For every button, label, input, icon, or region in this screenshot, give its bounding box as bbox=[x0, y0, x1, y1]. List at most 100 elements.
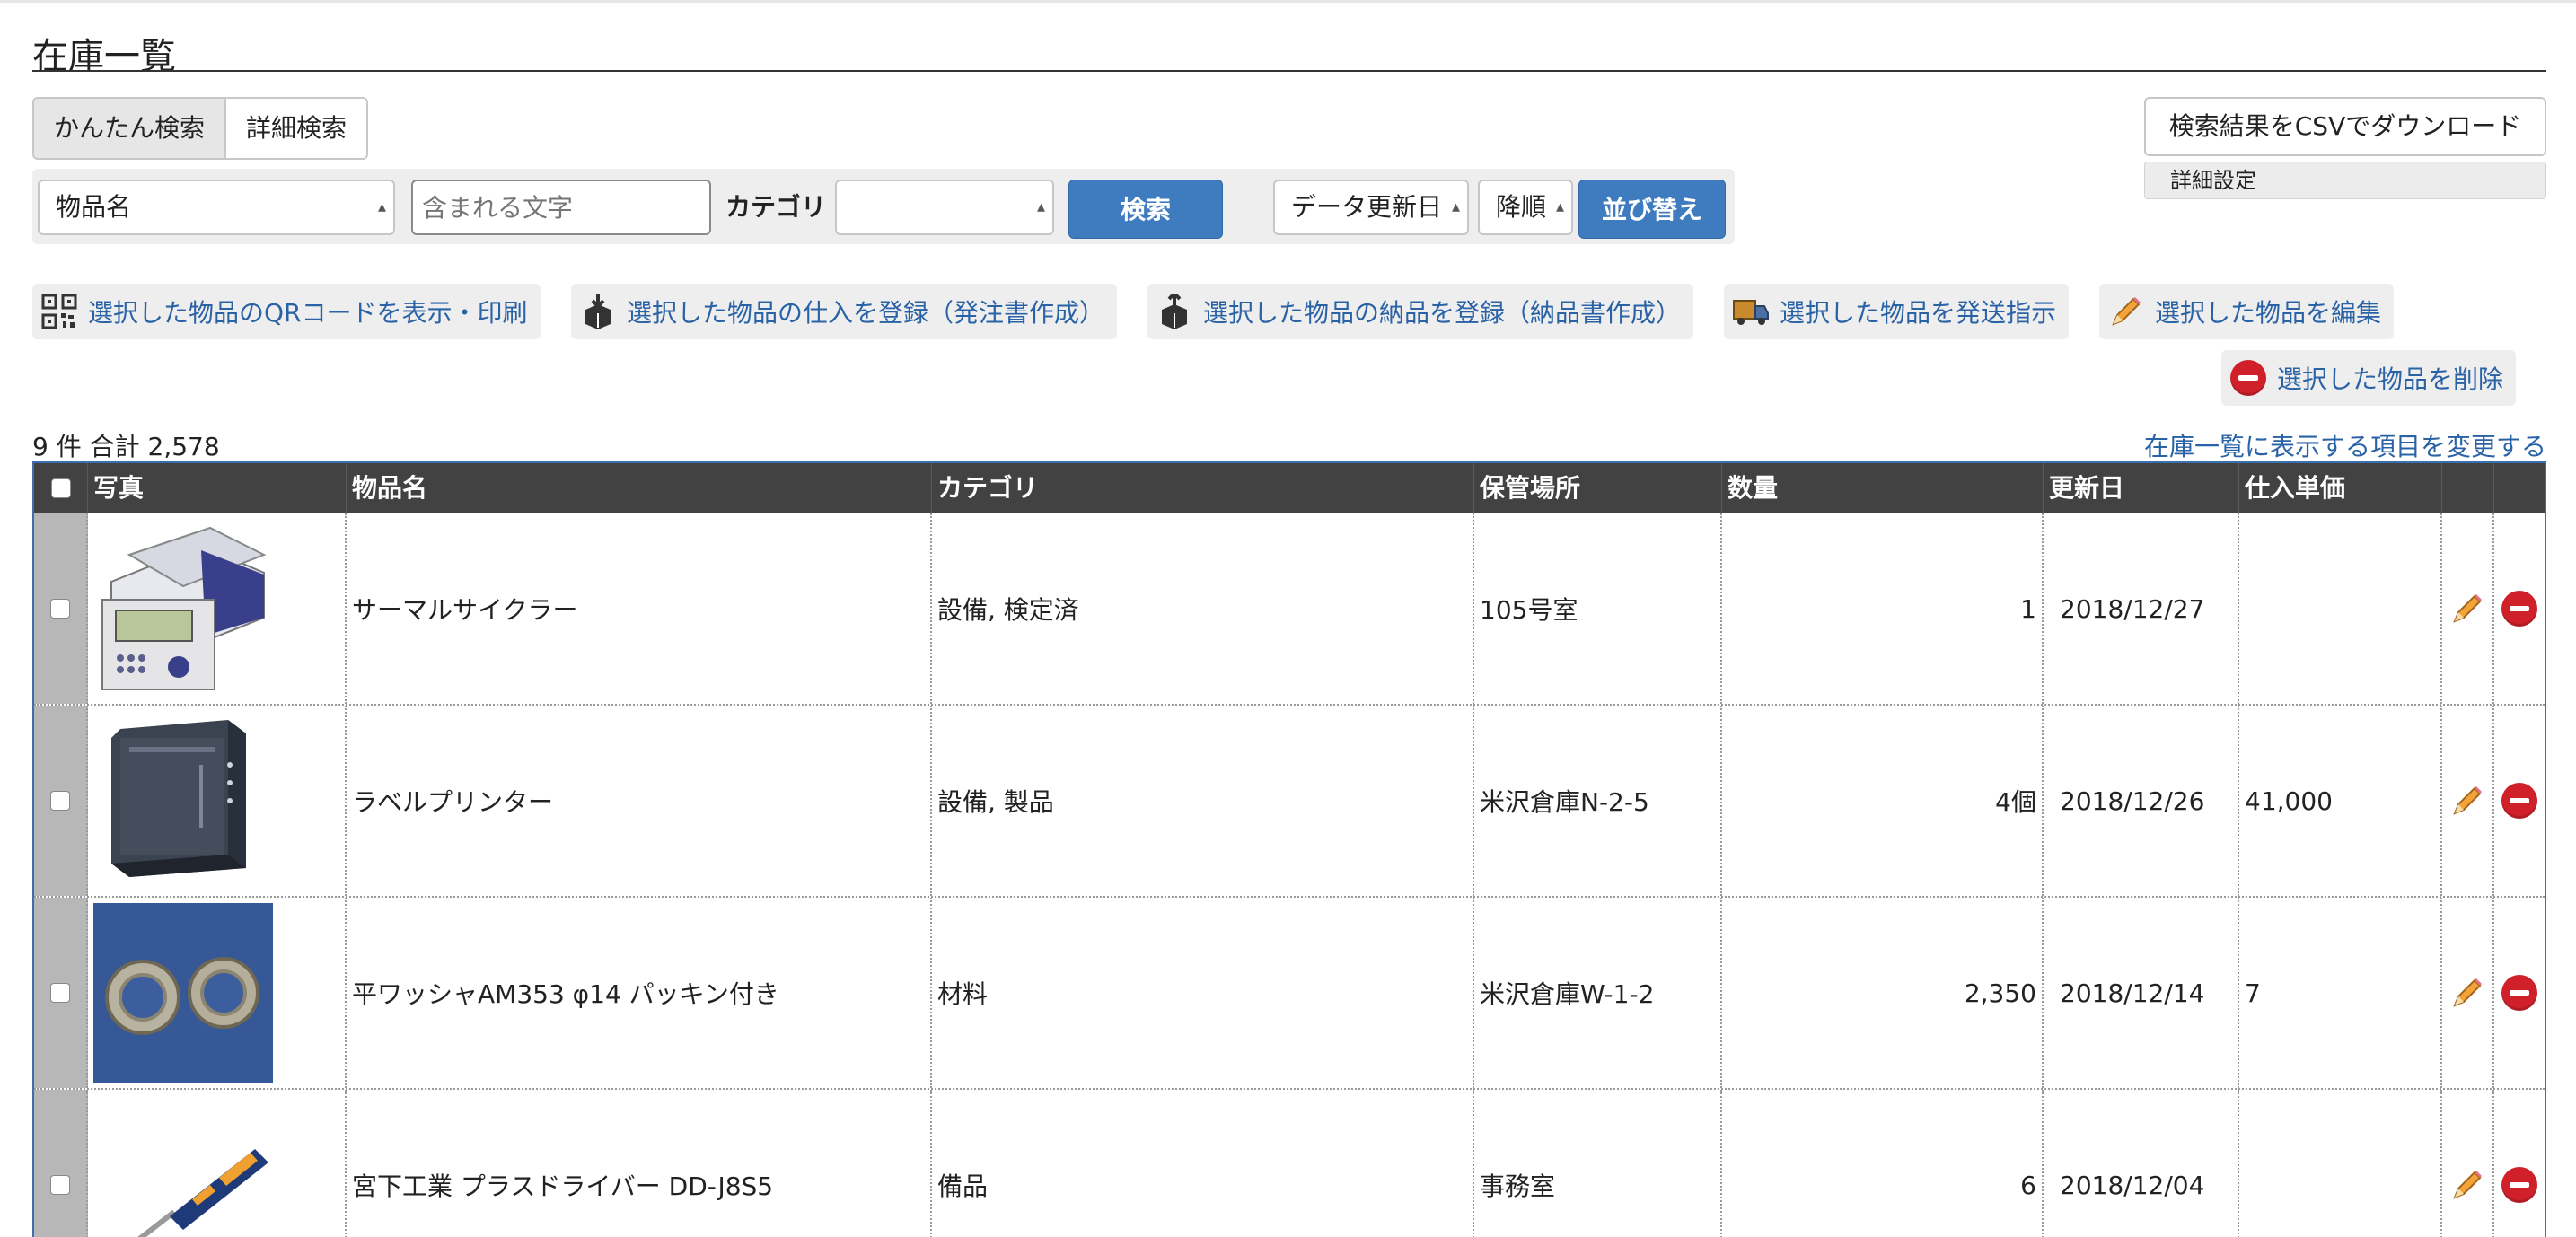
select-arrows-icon: ▴ bbox=[1451, 197, 1460, 216]
row-select-cell bbox=[34, 898, 88, 1088]
register-delivery-action[interactable]: 選択した物品の納品を登録（納品書作成） bbox=[1147, 284, 1694, 339]
item-quantity: 1 bbox=[1722, 513, 2044, 704]
register-delivery-label: 選択した物品の納品を登録（納品書作成） bbox=[1203, 298, 1682, 328]
edit-cell bbox=[2442, 1090, 2494, 1237]
category-label: カテゴリ bbox=[725, 192, 827, 222]
delete-items-label: 選択した物品を削除 bbox=[2277, 364, 2504, 394]
select-all-checkbox[interactable] bbox=[50, 478, 71, 498]
item-updated: 2018/12/04 bbox=[2044, 1090, 2239, 1237]
pencil-icon[interactable] bbox=[2449, 975, 2485, 1011]
delete-icon[interactable] bbox=[2501, 591, 2537, 627]
label-printer-photo[interactable] bbox=[93, 711, 273, 890]
box-out-icon bbox=[1155, 292, 1194, 331]
pencil-icon bbox=[2106, 292, 2146, 331]
select-arrows-icon: ▴ bbox=[1036, 197, 1045, 216]
column-header-quantity[interactable]: 数量 bbox=[1722, 463, 2044, 513]
item-location: 米沢倉庫N-2-5 bbox=[1474, 706, 1722, 896]
item-updated: 2018/12/26 bbox=[2044, 706, 2239, 896]
item-name[interactable]: 宮下工業 プラスドライバー DD-J8S5 bbox=[347, 1090, 932, 1237]
row-select-cell bbox=[34, 513, 88, 704]
delete-cell bbox=[2494, 1090, 2545, 1237]
top-border bbox=[0, 0, 2576, 3]
item-updated: 2018/12/27 bbox=[2044, 513, 2239, 704]
change-columns-link[interactable]: 在庫一覧に表示する項目を変更する bbox=[2144, 427, 2546, 463]
shipping-instruction-action[interactable]: 選択した物品を発送指示 bbox=[1724, 284, 2070, 339]
item-unit-price: 41,000 bbox=[2239, 706, 2442, 896]
item-unit-price: 7 bbox=[2239, 898, 2442, 1088]
select-arrows-icon: ▴ bbox=[377, 197, 386, 216]
delete-items-action[interactable]: 選択した物品を削除 bbox=[2221, 350, 2517, 406]
item-location: 105号室 bbox=[1474, 513, 1722, 704]
truck-icon bbox=[1731, 292, 1771, 331]
box-in-icon bbox=[578, 292, 618, 331]
column-header-category[interactable]: カテゴリ bbox=[932, 463, 1474, 513]
delete-icon[interactable] bbox=[2501, 783, 2537, 819]
row-checkbox[interactable] bbox=[50, 791, 70, 811]
search-mode-tabs: かんたん検索 詳細検索 bbox=[32, 97, 369, 160]
item-quantity: 4個 bbox=[1722, 706, 2044, 896]
qr-code-action-label: 選択した物品のQRコードを表示・印刷 bbox=[88, 298, 528, 328]
pencil-icon[interactable] bbox=[2449, 1167, 2485, 1203]
row-checkbox[interactable] bbox=[50, 1175, 70, 1195]
tab-simple-search[interactable]: かんたん検索 bbox=[34, 99, 227, 158]
select-all-cell bbox=[34, 463, 88, 513]
column-header-edit bbox=[2442, 463, 2494, 513]
keyword-input[interactable] bbox=[411, 180, 711, 235]
column-header-delete bbox=[2494, 463, 2545, 513]
title-divider bbox=[32, 70, 2546, 72]
qr-code-action[interactable]: 選択した物品のQRコードを表示・印刷 bbox=[32, 284, 541, 339]
category-select[interactable]: ▴ bbox=[835, 180, 1054, 235]
select-arrows-icon: ▴ bbox=[1555, 197, 1564, 216]
delete-icon[interactable] bbox=[2501, 1167, 2537, 1203]
item-location: 米沢倉庫W-1-2 bbox=[1474, 898, 1722, 1088]
pencil-icon[interactable] bbox=[2449, 591, 2485, 627]
row-checkbox[interactable] bbox=[50, 983, 70, 1003]
column-header-updated[interactable]: 更新日 bbox=[2044, 463, 2239, 513]
table-row: ラベルプリンター 設備, 製品 米沢倉庫N-2-5 4個 2018/12/26 … bbox=[34, 706, 2545, 898]
photo-cell bbox=[88, 513, 347, 704]
photo-cell bbox=[88, 1090, 347, 1237]
edit-cell bbox=[2442, 706, 2494, 896]
qr-code-icon bbox=[40, 292, 79, 331]
item-updated: 2018/12/14 bbox=[2044, 898, 2239, 1088]
item-name[interactable]: サーマルサイクラー bbox=[347, 513, 932, 704]
washers-photo[interactable] bbox=[93, 903, 273, 1083]
sort-field-select[interactable]: データ更新日 ▴ bbox=[1273, 180, 1469, 235]
edit-items-label: 選択した物品を編集 bbox=[2155, 298, 2382, 328]
tab-advanced-search[interactable]: 詳細検索 bbox=[226, 99, 367, 158]
sort-order-select[interactable]: 降順 ▴ bbox=[1478, 180, 1573, 235]
row-select-cell bbox=[34, 706, 88, 896]
row-checkbox[interactable] bbox=[50, 599, 70, 618]
delete-cell bbox=[2494, 706, 2545, 896]
register-purchase-action[interactable]: 選択した物品の仕入を登録（発注書作成） bbox=[571, 284, 1118, 339]
pencil-icon[interactable] bbox=[2449, 783, 2485, 819]
search-button[interactable]: 検索 bbox=[1068, 180, 1223, 239]
edit-items-action[interactable]: 選択した物品を編集 bbox=[2099, 284, 2395, 339]
column-header-location[interactable]: 保管場所 bbox=[1474, 463, 1722, 513]
search-bar: 物品名 ▴ カテゴリ ▴ 検索 データ更新日 ▴ 降順 ▴ 並び替え bbox=[32, 169, 1735, 244]
search-field-select[interactable]: 物品名 ▴ bbox=[38, 180, 395, 235]
column-header-photo[interactable]: 写真 bbox=[88, 463, 347, 513]
item-name[interactable]: 平ワッシャAM353 φ14 パッキン付き bbox=[347, 898, 932, 1088]
register-purchase-label: 選択した物品の仕入を登録（発注書作成） bbox=[627, 298, 1105, 328]
delete-icon[interactable] bbox=[2501, 975, 2537, 1011]
column-header-unit-price[interactable]: 仕入単価 bbox=[2239, 463, 2442, 513]
item-quantity: 6 bbox=[1722, 1090, 2044, 1237]
item-location: 事務室 bbox=[1474, 1090, 1722, 1237]
column-header-name[interactable]: 物品名 bbox=[347, 463, 932, 513]
edit-cell bbox=[2442, 898, 2494, 1088]
screwdriver-photo[interactable] bbox=[93, 1095, 273, 1237]
delete-cell bbox=[2494, 898, 2545, 1088]
sort-order-value: 降順 bbox=[1496, 192, 1547, 222]
detail-settings-button[interactable]: 詳細設定 bbox=[2144, 162, 2546, 199]
sort-button[interactable]: 並び替え bbox=[1578, 180, 1726, 239]
item-quantity: 2,350 bbox=[1722, 898, 2044, 1088]
thermal-cycler-photo[interactable] bbox=[93, 519, 273, 698]
table-header: 写真 物品名 カテゴリ 保管場所 数量 更新日 仕入単価 bbox=[34, 463, 2545, 513]
sort-field-value: データ更新日 bbox=[1291, 192, 1443, 222]
item-unit-price bbox=[2239, 1090, 2442, 1237]
item-name[interactable]: ラベルプリンター bbox=[347, 706, 932, 896]
delete-icon bbox=[2229, 358, 2268, 398]
item-category: 設備, 製品 bbox=[932, 706, 1474, 896]
csv-download-button[interactable]: 検索結果をCSVでダウンロード bbox=[2144, 97, 2546, 156]
